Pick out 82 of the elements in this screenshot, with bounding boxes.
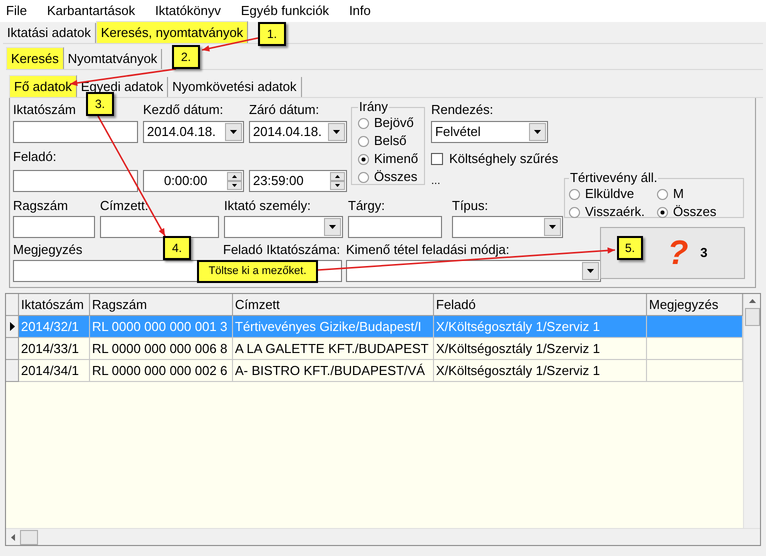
input-field[interactable]: [348, 216, 442, 238]
table-cell: 2014/32/1: [19, 316, 90, 338]
table-cell: X/Költségosztály 1/Szerviz 1: [434, 316, 647, 338]
menu-item[interactable]: Egyéb funkciók: [238, 1, 332, 21]
more-text: ...: [431, 174, 442, 188]
radio-option[interactable]: Összes: [358, 168, 418, 186]
field-label: Iktató személy:: [224, 198, 312, 214]
dropdown-field[interactable]: Felvétel: [431, 121, 548, 143]
dropdown-arrow-icon: [549, 225, 556, 229]
checkbox-option[interactable]: Költséghely szűrés: [431, 149, 558, 168]
tooltip: Töltse ki a mezőket.: [197, 260, 318, 283]
radio-option[interactable]: Bejövő: [358, 114, 418, 132]
input-field[interactable]: [13, 170, 138, 192]
tab[interactable]: Nyomtatványok: [64, 49, 162, 69]
field-label: Megjegyzés: [13, 242, 82, 258]
table-cell: A LA GALETTE KFT./BUDAPEST: [233, 338, 434, 360]
vertical-scrollbar[interactable]: [743, 294, 760, 528]
field-label: Ragszám: [13, 198, 69, 214]
field-label: Kezdő dátum:: [143, 102, 224, 118]
field-label: Kimenő tétel feladási módja:: [346, 242, 510, 258]
dropdown-field[interactable]: 2014.04.18.: [143, 121, 244, 143]
callout-label: 3.: [86, 92, 114, 116]
dropdown-field[interactable]: [224, 216, 343, 238]
menu-item[interactable]: Iktatókönyv: [152, 1, 224, 21]
dropdown-arrow-icon: [230, 130, 237, 134]
table-cell: 2014/34/1: [19, 360, 90, 382]
menu-item[interactable]: File: [3, 1, 30, 21]
tab[interactable]: Keresés, nyomtatványok: [96, 21, 248, 43]
row-header[interactable]: [6, 316, 19, 338]
callout-label: 4.: [163, 236, 191, 260]
field-label: Iktatószám: [13, 102, 76, 118]
dropdown-arrow-icon: [333, 130, 340, 134]
spinner-icon: [227, 172, 242, 190]
tab[interactable]: Fő adatok: [9, 75, 77, 97]
group-title: Irány: [358, 100, 389, 114]
group-title: Tértivevény áll.: [569, 171, 658, 185]
table-cell: Tértivevényes Gizike/Budapest/I: [233, 316, 434, 338]
table-cell: X/Költségosztály 1/Szerviz 1: [434, 338, 647, 360]
input-field[interactable]: [100, 216, 219, 238]
menu-item[interactable]: Info: [346, 1, 374, 21]
table-row[interactable]: 2014/34/1 RL 0000 000 000 002 6 A- BISTRO KFT./BUDAPEST/VÁ X/Költségosztály 1/Szerviz 1: [6, 360, 743, 382]
field-label: Típus:: [452, 198, 490, 214]
tab[interactable]: Keresés: [6, 47, 64, 69]
dropdown-arrow-icon: [587, 269, 594, 273]
input-field[interactable]: [13, 121, 138, 143]
dropdown-field[interactable]: 2014.04.18.: [249, 121, 347, 143]
scroll-thumb[interactable]: [20, 530, 38, 544]
table-cell: RL 0000 000 000 001 3: [90, 316, 233, 338]
table-cell: X/Költségosztály 1/Szerviz 1: [434, 360, 647, 382]
radio-option[interactable]: Kimenő: [358, 150, 418, 168]
radio-option[interactable]: Elküldve: [569, 185, 657, 203]
field-label: Záró dátum:: [249, 102, 320, 118]
spinner-icon: [330, 172, 345, 190]
field-label: Feladó:: [13, 149, 58, 165]
callout-label: 2.: [172, 45, 200, 69]
dropdown-field[interactable]: [346, 260, 601, 282]
dropdown-arrow-icon: [329, 225, 336, 229]
horizontal-scrollbar[interactable]: [6, 528, 760, 545]
dropdown-arrow-icon: [534, 130, 542, 134]
time-field[interactable]: 23:59:00: [249, 170, 347, 192]
table-cell: 2014/33/1: [19, 338, 90, 360]
radio-option[interactable]: Összes: [657, 203, 739, 221]
table-cell: A- BISTRO KFT./BUDAPEST/VÁ: [233, 360, 434, 382]
table-row[interactable]: 2014/33/1 RL 0000 000 000 006 8 A LA GALETTE KFT./BUDAPEST X/Költségosztály 1/Szerviz 1: [6, 338, 743, 360]
time-field[interactable]: 0:00:00: [143, 170, 244, 192]
dropdown-field[interactable]: [452, 216, 563, 238]
input-field[interactable]: [13, 216, 95, 238]
field-label: Rendezés:: [431, 102, 494, 118]
table-cell: RL 0000 000 000 002 6: [90, 360, 233, 382]
field-label: Tárgy:: [348, 198, 386, 214]
scroll-thumb[interactable]: [744, 308, 760, 326]
radio-option[interactable]: M: [657, 185, 739, 203]
table-cell: RL 0000 000 000 006 8: [90, 338, 233, 360]
field-label: Címzett:: [100, 198, 150, 214]
callout-label: 1.: [258, 22, 286, 46]
menu-item[interactable]: Karbantartások: [44, 1, 138, 21]
field-label: Feladó Iktatószáma:: [223, 242, 342, 258]
radio-option[interactable]: Belső: [358, 132, 418, 150]
radio-option[interactable]: Visszaérk.: [569, 203, 657, 221]
callout-label: 5.: [617, 236, 643, 260]
tab[interactable]: Nyomkövetési adatok: [168, 77, 302, 97]
current-row-icon: [10, 322, 14, 331]
